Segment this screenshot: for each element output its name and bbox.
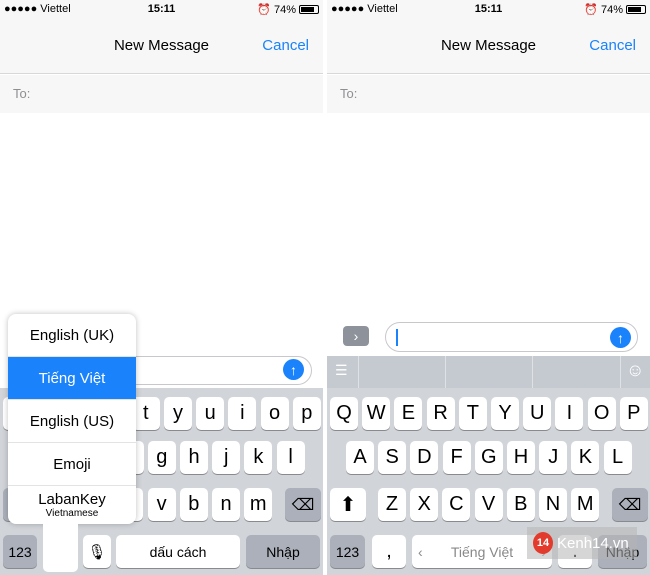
- key-u[interactable]: U: [523, 397, 552, 430]
- backspace-icon: ⌫: [291, 496, 315, 514]
- key-v[interactable]: V: [474, 488, 503, 521]
- language-label: Emoji: [53, 455, 91, 473]
- language-label: Tiếng Việt: [38, 369, 106, 387]
- key-a[interactable]: A: [346, 441, 374, 474]
- key-f[interactable]: F: [442, 441, 471, 474]
- chevron-right-icon: ›: [353, 328, 359, 344]
- nav-bar: New Message Cancel: [327, 20, 650, 74]
- watermark-text: Kenh14.vn: [557, 534, 629, 552]
- comma-key[interactable]: ,: [372, 535, 406, 568]
- watermark: 14 Kenh14.vn: [527, 527, 637, 559]
- language-sublabel: Vietnamese: [45, 508, 99, 519]
- language-option[interactable]: Tiếng Việt: [8, 357, 136, 400]
- numbers-key[interactable]: 123: [3, 535, 37, 568]
- key-j[interactable]: J: [539, 441, 568, 474]
- battery-percent: 74%: [273, 3, 296, 16]
- key-p[interactable]: p: [292, 397, 321, 430]
- key-m[interactable]: m: [244, 488, 273, 521]
- key-g[interactable]: G: [474, 441, 503, 474]
- key-l[interactable]: L: [603, 441, 632, 474]
- key-m[interactable]: M: [571, 488, 600, 521]
- key-k[interactable]: k: [244, 441, 273, 474]
- key-z[interactable]: Z: [378, 488, 406, 521]
- send-button[interactable]: ↑: [610, 327, 631, 348]
- nav-bar: New Message Cancel: [0, 20, 323, 74]
- battery-icon: [299, 5, 319, 14]
- language-label: LabanKey: [38, 491, 106, 508]
- status-bar: ●●●●● Viettel 15:11 ⏰ 74%: [327, 0, 650, 20]
- key-o[interactable]: o: [260, 397, 289, 430]
- key-b[interactable]: b: [179, 488, 208, 521]
- chevron-left-icon: ‹: [418, 543, 423, 560]
- arrow-up-icon: ↑: [290, 361, 297, 378]
- language-option[interactable]: LabanKey Vietnamese: [8, 486, 136, 524]
- language-menu: English (UK) Tiếng Việt English (US) Emoji L…: [8, 314, 136, 524]
- key-i[interactable]: I: [555, 397, 584, 430]
- key-y[interactable]: y: [164, 397, 192, 430]
- dictation-key[interactable]: 🎙: [83, 535, 111, 568]
- language-label: English (UK): [29, 326, 115, 344]
- key-y[interactable]: Y: [491, 397, 519, 430]
- globe-key[interactable]: [43, 520, 78, 572]
- cancel-button[interactable]: Cancel: [589, 37, 636, 54]
- message-input[interactable]: [385, 322, 638, 352]
- key-h[interactable]: H: [507, 441, 535, 474]
- key-v[interactable]: v: [147, 488, 176, 521]
- text-cursor: [396, 329, 398, 346]
- key-l[interactable]: l: [276, 441, 305, 474]
- battery-percent: 74%: [600, 3, 623, 16]
- key-k[interactable]: K: [571, 441, 600, 474]
- language-option[interactable]: Emoji: [8, 443, 136, 486]
- to-field[interactable]: To:: [0, 75, 323, 113]
- backspace-key[interactable]: ⌫: [612, 488, 648, 521]
- language-option[interactable]: English (UK): [8, 314, 136, 357]
- key-c[interactable]: C: [442, 488, 471, 521]
- battery-icon: [626, 5, 646, 14]
- space-key[interactable]: dấu cách: [116, 535, 240, 568]
- key-u[interactable]: u: [196, 397, 225, 430]
- language-option[interactable]: English (US): [8, 400, 136, 443]
- send-button[interactable]: ↑: [283, 359, 304, 380]
- key-p[interactable]: P: [619, 397, 648, 430]
- key-g[interactable]: g: [147, 441, 176, 474]
- emoji-icon[interactable]: ☺: [626, 360, 644, 381]
- key-w[interactable]: W: [362, 397, 391, 430]
- key-h[interactable]: h: [180, 441, 208, 474]
- shift-icon: ⬆: [339, 494, 357, 516]
- shift-key[interactable]: ⬆: [330, 488, 366, 521]
- watermark-badge: 14: [533, 532, 553, 554]
- return-key[interactable]: Nhập: [246, 535, 320, 568]
- suggestion-bar: ☰ ☺: [327, 356, 650, 388]
- key-e[interactable]: E: [394, 397, 423, 430]
- backspace-icon: ⌫: [618, 496, 642, 514]
- to-field[interactable]: To:: [327, 75, 650, 113]
- key-d[interactable]: D: [410, 441, 439, 474]
- alarm-icon: ⏰: [257, 4, 271, 16]
- space-key-label: Tiếng Việt: [450, 543, 514, 560]
- key-j[interactable]: j: [212, 441, 241, 474]
- key-o[interactable]: O: [587, 397, 616, 430]
- right-screen: ●●●●● Viettel 15:11 ⏰ 74% New Message Can…: [327, 0, 650, 575]
- key-b[interactable]: B: [506, 488, 535, 521]
- key-r[interactable]: R: [426, 397, 455, 430]
- alarm-icon: ⏰: [584, 4, 598, 16]
- expand-apps-button[interactable]: ›: [343, 326, 369, 346]
- key-i[interactable]: i: [228, 397, 257, 430]
- key-s[interactable]: S: [378, 441, 407, 474]
- key-n[interactable]: N: [539, 488, 567, 521]
- cancel-button[interactable]: Cancel: [262, 37, 309, 54]
- left-screen: ●●●●● Viettel 15:11 ⏰ 74% New Message Can…: [0, 0, 323, 575]
- menu-icon[interactable]: ☰: [335, 362, 348, 379]
- backspace-key[interactable]: ⌫: [285, 488, 321, 521]
- microphone-icon: 🎙: [87, 543, 107, 561]
- key-t[interactable]: T: [458, 397, 487, 430]
- numbers-key[interactable]: 123: [330, 535, 365, 568]
- status-bar: ●●●●● Viettel 15:11 ⏰ 74%: [0, 0, 323, 20]
- language-label: English (US): [29, 412, 115, 430]
- key-x[interactable]: X: [410, 488, 439, 521]
- key-n[interactable]: n: [212, 488, 240, 521]
- key-q[interactable]: Q: [330, 397, 358, 430]
- arrow-up-icon: ↑: [617, 329, 624, 346]
